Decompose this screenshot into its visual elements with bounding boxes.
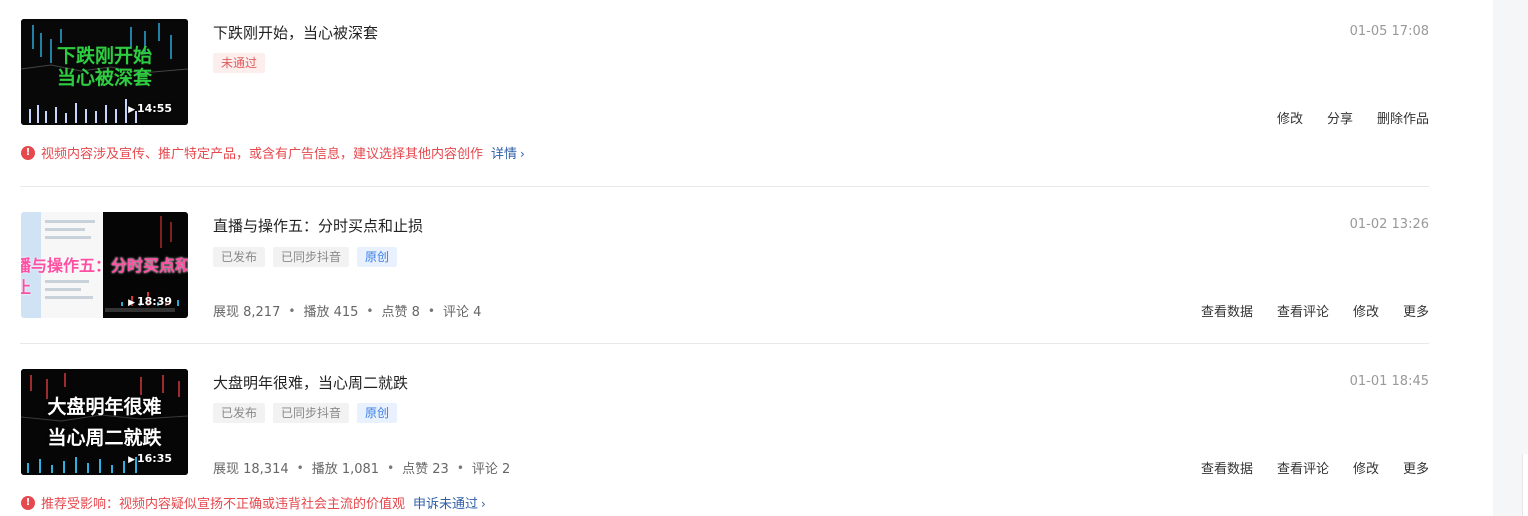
duration-text: 18:39 [136,295,172,308]
details-link[interactable]: 详情 › [491,143,525,162]
appeal-status-label: 申诉未通过 [413,497,479,512]
stat-separator: • [456,460,464,475]
video-list: 下跌刚开始 当心被深套 ▶ 14:55 下跌刚开始，当心被深套 01-05 17:… [0,0,1493,516]
view-comments-button[interactable]: 查看评论 [1277,458,1329,477]
status-badge-published: 已发布 [213,247,266,267]
video-stats: 展现 18,314 • 播放 1,081 • 点赞 23 • 评论 2 [213,458,511,478]
view-data-button[interactable]: 查看数据 [1201,458,1253,477]
rejection-notice: ! 视频内容涉及宣传、推广特定产品，或含有广告信息，建议选择其他内容创作 详情 › [21,143,525,162]
share-button[interactable]: 分享 [1327,108,1353,127]
status-tags: 已发布 已同步抖音 原创 [213,247,398,267]
notice-text: 视频内容涉及宣传、推广特定产品，或含有广告信息，建议选择其他内容创作 [41,147,484,162]
stat-separator: • [296,460,304,475]
comments-stat: 评论 2 [471,462,511,477]
likes-stat: 点赞 8 [381,305,420,320]
delete-button[interactable]: 删除作品 [1377,108,1429,127]
thumbnail-caption-line1: 大盘明年很难 [47,396,162,418]
video-stats: 展现 8,217 • 播放 415 • 点赞 8 • 评论 4 [213,301,482,321]
video-title[interactable]: 大盘明年很难，当心周二就跌 [213,372,408,393]
status-tags: 未通过 [213,53,266,73]
exclamation-circle-icon: ! [21,145,35,160]
impressions-stat: 展现 18,314 [213,462,289,477]
edit-button[interactable]: 修改 [1353,458,1379,477]
more-button[interactable]: 更多 [1403,458,1429,477]
recommendation-notice: ! 推荐受影响：视频内容疑似宣扬不正确或违背社会主流的价值观 申诉未通过 › [21,493,486,512]
appeal-status-link[interactable]: 申诉未通过 › [413,493,486,512]
notice-text: 推荐受影响：视频内容疑似宣扬不正确或违背社会主流的价值观 [41,497,406,512]
publish-date: 01-01 18:45 [1349,374,1429,389]
view-comments-button[interactable]: 查看评论 [1277,301,1329,320]
divider [20,186,1429,187]
publish-date: 01-02 13:26 [1349,217,1429,232]
thumbnail-caption-line2: 当心被深套 [56,67,152,89]
status-tags: 已发布 已同步抖音 原创 [213,403,398,423]
side-panel-edge [1522,454,1528,516]
status-badge-synced-douyin: 已同步抖音 [273,403,350,423]
duration-text: 14:55 [136,102,172,115]
status-badge-published: 已发布 [213,403,266,423]
video-thumbnail[interactable]: 下跌刚开始 当心被深套 ▶ 14:55 [21,19,188,125]
more-button[interactable]: 更多 [1403,301,1429,320]
status-badge-original: 原创 [357,403,398,423]
item-actions: 查看数据 查看评论 修改 更多 [1201,301,1429,320]
duration-badge: ▶ 16:35 [128,452,172,465]
item-actions: 修改 分享 删除作品 [1277,108,1429,127]
publish-date: 01-05 17:08 [1349,24,1429,39]
impressions-stat: 展现 8,217 [213,305,281,320]
status-badge-synced-douyin: 已同步抖音 [273,247,350,267]
stat-separator: • [366,303,374,318]
thumbnail-caption-line1: 下跌刚开始 [56,45,152,67]
exclamation-circle-icon: ! [21,495,35,510]
edit-button[interactable]: 修改 [1277,108,1303,127]
chevron-right-icon: › [520,147,525,161]
video-thumbnail[interactable]: 播与操作五：分时买点和止 ▶ 18:39 [21,212,188,318]
video-thumbnail[interactable]: 大盘明年很难 当心周二就跌 ▶ 16:35 [21,369,188,475]
plays-stat: 播放 415 [303,305,359,320]
play-icon: ▶ [128,105,135,115]
duration-badge: ▶ 14:55 [128,102,172,115]
edit-button[interactable]: 修改 [1353,301,1379,320]
likes-stat: 点赞 23 [402,462,449,477]
stat-separator: • [387,460,395,475]
play-icon: ▶ [128,298,135,308]
item-actions: 查看数据 查看评论 修改 更多 [1201,458,1429,477]
status-badge-rejected: 未通过 [213,53,266,73]
stat-separator: • [288,303,296,318]
video-title[interactable]: 直播与操作五：分时买点和止损 [213,215,423,236]
view-data-button[interactable]: 查看数据 [1201,301,1253,320]
details-link-label: 详情 [491,147,518,162]
stat-separator: • [427,303,435,318]
duration-text: 16:35 [136,452,172,465]
thumbnail-caption-line2: 当心周二就跌 [47,427,162,449]
comments-stat: 评论 4 [442,305,482,320]
duration-badge: ▶ 18:39 [128,295,172,308]
thumbnail-caption-line1: 播与操作五：分时买点和止 [21,256,188,297]
chevron-right-icon: › [481,497,486,511]
status-badge-original: 原创 [357,247,398,267]
video-title[interactable]: 下跌刚开始，当心被深套 [213,22,378,43]
play-icon: ▶ [128,455,135,465]
right-gutter [1493,0,1528,516]
divider [20,343,1429,344]
plays-stat: 播放 1,081 [311,462,380,477]
